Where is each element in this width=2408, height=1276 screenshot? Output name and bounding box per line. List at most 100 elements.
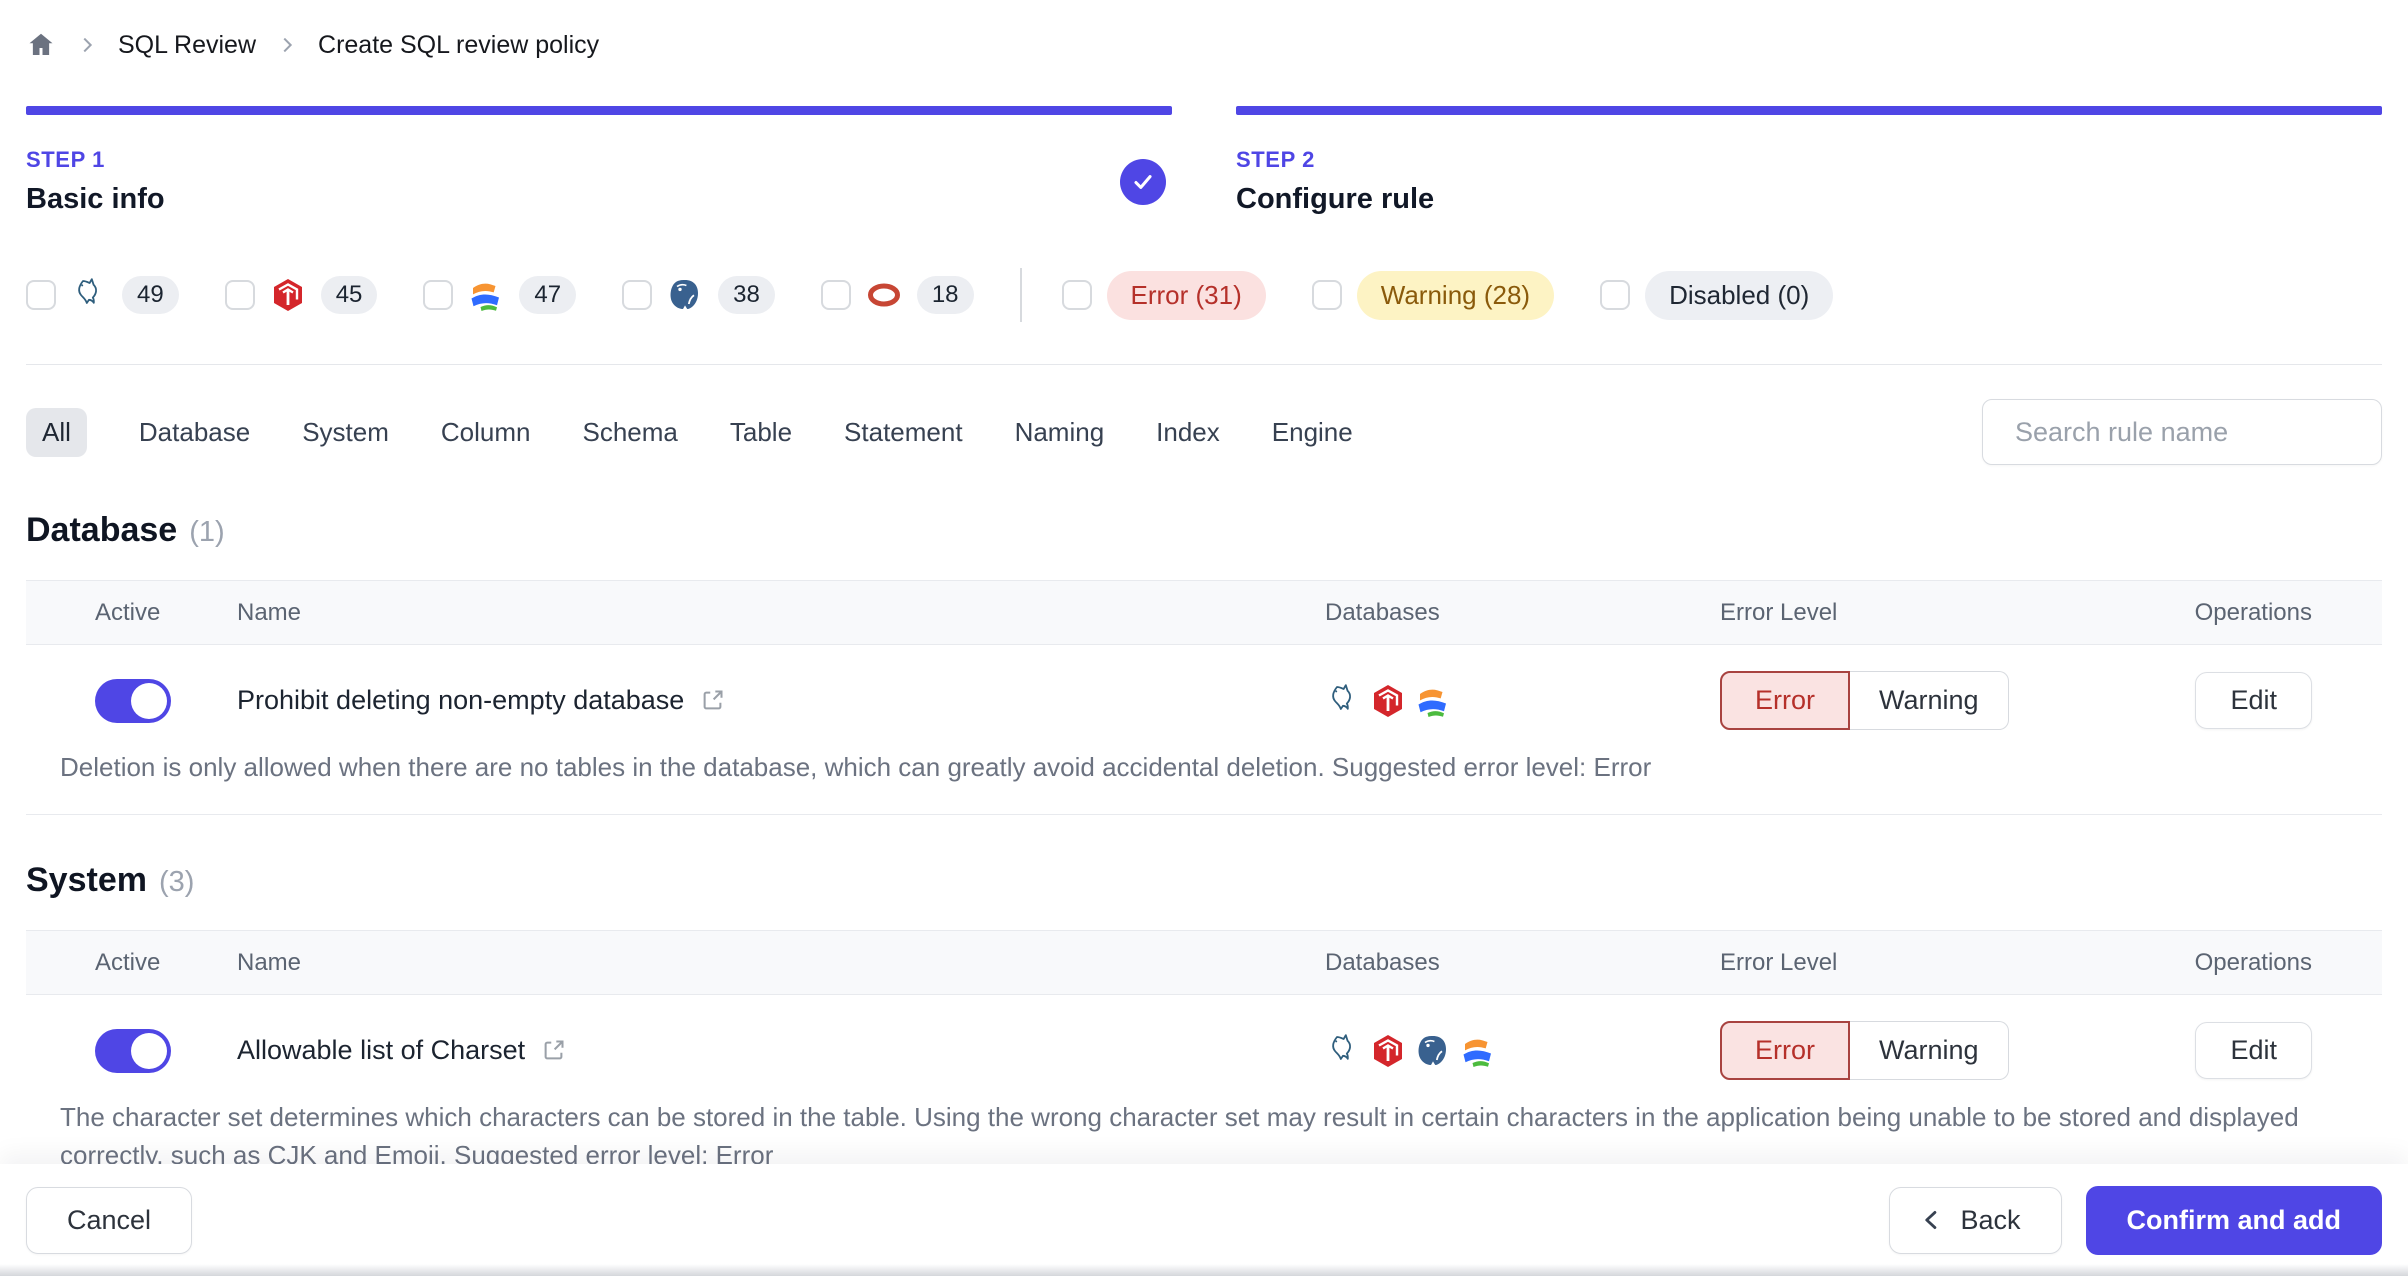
filter-engine-oracle: 18 (820, 276, 974, 314)
step-1-progress-bar (26, 106, 1172, 115)
rule-active-toggle[interactable] (95, 678, 171, 723)
confirm-and-add-button[interactable]: Confirm and add (2085, 1185, 2382, 1255)
oceanbase-icon (1415, 683, 1451, 719)
filter-level-disabled: Disabled (0) (1600, 270, 1834, 320)
step-1-completed-check-icon (1120, 158, 1166, 205)
tab-index[interactable]: Index (1156, 408, 1220, 457)
tidb-count-badge: 45 (320, 276, 378, 314)
oracle-count-badge: 18 (916, 276, 974, 314)
tidb-checkbox[interactable] (224, 280, 255, 310)
step-1[interactable]: STEP 1 Basic info (26, 106, 1172, 216)
external-link-icon[interactable] (540, 1037, 567, 1064)
chevron-right-icon (76, 34, 98, 56)
oceanbase-count-badge: 47 (519, 276, 577, 314)
step-2-label: STEP 2 (1236, 147, 1316, 172)
column-header-name: Name (237, 598, 302, 626)
tab-system[interactable]: System (302, 408, 389, 457)
breadcrumb: SQL Review Create SQL review policy (26, 0, 2382, 60)
tab-database[interactable]: Database (139, 408, 250, 457)
search-rule-box[interactable] (1982, 399, 2382, 465)
home-icon[interactable] (26, 30, 56, 60)
error-level-option-error[interactable]: Error (1720, 1021, 1850, 1080)
external-link-icon[interactable] (699, 687, 726, 714)
rule-active-toggle[interactable] (95, 1028, 171, 1073)
step-1-label: STEP 1 (26, 147, 106, 172)
rule-name: Allowable list of Charset (237, 1035, 526, 1065)
mysql-icon (1325, 683, 1361, 719)
step-indicator: STEP 1 Basic info STEP 2 Configure rule (26, 106, 2382, 216)
tab-statement[interactable]: Statement (844, 408, 963, 457)
warning-level-checkbox[interactable] (1311, 280, 1342, 310)
rule-databases (1325, 1033, 1720, 1069)
filter-divider (1019, 268, 1022, 322)
tab-schema[interactable]: Schema (583, 408, 678, 457)
filter-engine-oceanbase: 47 (423, 276, 577, 314)
filter-engine-tidb: 45 (224, 276, 378, 314)
column-header-error-level: Error Level (1720, 598, 1838, 626)
section-divider (26, 364, 2382, 365)
oracle-checkbox[interactable] (820, 280, 851, 310)
edit-button[interactable]: Edit (2195, 672, 2312, 729)
error-level-option-warning[interactable]: Warning (1850, 1021, 2009, 1080)
table-row: Prohibit deleting non-empty database Err… (26, 645, 2382, 815)
column-header-active: Active (95, 948, 161, 976)
section-heading-database: Database (1) (26, 511, 2382, 550)
oceanbase-icon (468, 277, 504, 313)
database-rules-table: Active Name Databases Error Level Operat… (26, 580, 2382, 815)
tidb-icon (1370, 1033, 1406, 1069)
filter-engine-mysql: 49 (26, 276, 179, 314)
step-1-name: Basic info (26, 183, 165, 215)
back-button[interactable]: Back (1889, 1186, 2062, 1254)
category-tabs-row: All Database System Column Schema Table … (26, 399, 2382, 465)
error-level-pill: Error (31) (1106, 270, 1266, 320)
error-level-checkbox[interactable] (1061, 280, 1092, 310)
oceanbase-checkbox[interactable] (423, 280, 454, 310)
postgres-icon (1415, 1033, 1451, 1069)
rule-databases (1325, 683, 1720, 719)
tab-engine[interactable]: Engine (1272, 408, 1353, 457)
error-level-segmented-control: Error Warning (1720, 671, 2009, 730)
postgres-checkbox[interactable] (622, 280, 653, 310)
mysql-icon (71, 277, 107, 313)
tidb-icon (1370, 683, 1406, 719)
filter-bar: 49 45 47 38 18 Error (31) Warning (28) D… (26, 268, 2382, 322)
column-header-databases: Databases (1325, 598, 1440, 626)
warning-level-pill: Warning (28) (1356, 270, 1555, 320)
error-level-option-warning[interactable]: Warning (1850, 671, 2009, 730)
tab-table[interactable]: Table (730, 408, 792, 457)
column-header-name: Name (237, 948, 302, 976)
system-rules-table: Active Name Databases Error Level Operat… (26, 930, 2382, 1203)
mysql-checkbox[interactable] (26, 280, 56, 310)
postgres-count-badge: 38 (718, 276, 775, 314)
mysql-count-badge: 49 (122, 276, 179, 314)
category-tabs: All Database System Column Schema Table … (26, 407, 1353, 457)
section-title: System (26, 861, 147, 899)
column-header-operations: Operations (2194, 598, 2312, 626)
error-level-option-error[interactable]: Error (1720, 671, 1850, 730)
breadcrumb-current-page: Create SQL review policy (318, 30, 600, 59)
mysql-icon (1325, 1033, 1361, 1069)
rule-name: Prohibit deleting non-empty database (237, 685, 685, 715)
filter-engine-postgres: 38 (622, 276, 775, 314)
breadcrumb-sql-review[interactable]: SQL Review (118, 31, 256, 60)
create-sql-review-policy-page: SQL Review Create SQL review policy STEP… (0, 0, 2408, 1203)
disabled-level-pill: Disabled (0) (1645, 270, 1834, 320)
section-heading-system: System (3) (26, 861, 2382, 900)
cancel-button[interactable]: Cancel (26, 1186, 193, 1254)
postgres-icon (667, 277, 703, 313)
column-header-databases: Databases (1325, 948, 1440, 976)
step-2-name: Configure rule (1236, 183, 1435, 215)
section-count: (3) (158, 866, 195, 898)
search-rule-input[interactable] (2015, 416, 2369, 448)
section-count: (1) (189, 516, 225, 548)
tab-all[interactable]: All (26, 407, 87, 457)
oracle-icon (866, 277, 902, 313)
edit-button[interactable]: Edit (2195, 1022, 2312, 1079)
tab-naming[interactable]: Naming (1015, 408, 1105, 457)
column-header-operations: Operations (2194, 948, 2312, 976)
step-2[interactable]: STEP 2 Configure rule (1236, 106, 2382, 216)
disabled-level-checkbox[interactable] (1600, 280, 1631, 310)
section-title: Database (26, 511, 178, 549)
filter-level-error: Error (31) (1061, 270, 1266, 320)
tab-column[interactable]: Column (441, 408, 531, 457)
